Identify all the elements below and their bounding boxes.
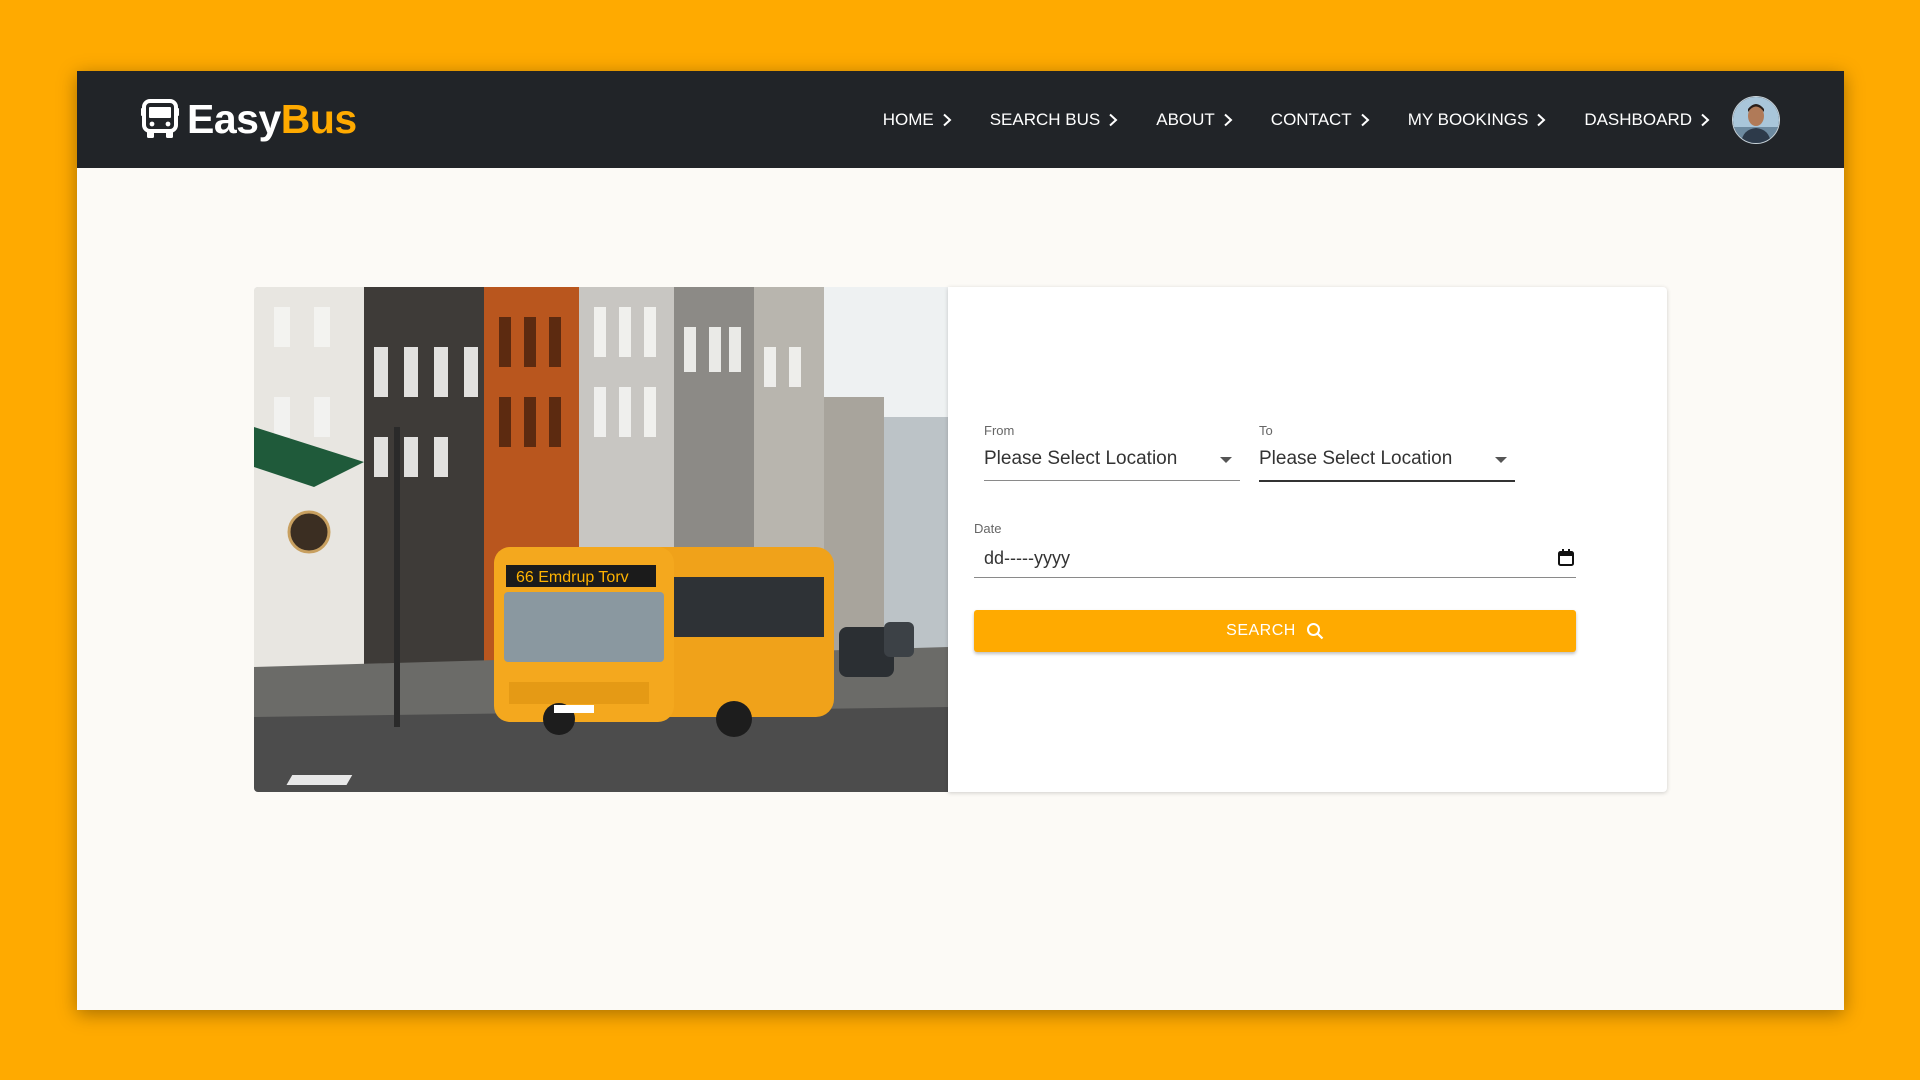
date-input-value: dd-----yyyy [984, 548, 1070, 568]
to-select-value: Please Select Location [1259, 448, 1453, 469]
search-button-label: SEARCH [1226, 622, 1296, 639]
nav-about-label: ABOUT [1156, 109, 1215, 129]
nav-about[interactable]: ABOUT [1156, 110, 1233, 130]
chevron-right-icon [1109, 113, 1118, 126]
nav-search-bus[interactable]: SEARCH BUS [990, 110, 1119, 130]
from-label: From [984, 423, 1015, 438]
calendar-icon[interactable] [1558, 549, 1574, 566]
brand-logo[interactable]: EasyBus [141, 93, 357, 145]
search-card: 66 Emdrup Torv From Please Select Locati… [254, 287, 1667, 792]
nav-home-label: HOME [882, 109, 934, 129]
chevron-right-icon [1537, 113, 1546, 126]
svg-text:66 Emdrup Torv: 66 Emdrup Torv [516, 569, 629, 586]
main-nav: HOME SEARCH BUS ABOUT CONTACT MY BOOKING… [845, 71, 1780, 168]
date-label: Date [974, 521, 1002, 536]
navbar: EasyBus HOME SEARCH BUS ABOUT CONTACT MY… [77, 71, 1844, 168]
date-input[interactable]: dd-----yyyy [974, 541, 1576, 578]
user-avatar-image [1733, 96, 1779, 143]
to-select[interactable]: Please Select Location [1259, 442, 1515, 482]
brand-name-easy: Easy [187, 95, 281, 142]
nav-contact-label: CONTACT [1270, 109, 1352, 129]
bus-icon [141, 99, 179, 138]
brand-name: EasyBus [187, 96, 357, 143]
chevron-down-icon [1220, 457, 1232, 463]
nav-dashboard[interactable]: DASHBOARD [1584, 110, 1710, 130]
brand-name-bus: Bus [280, 95, 357, 142]
nav-home[interactable]: HOME [883, 110, 952, 130]
search-form: From Please Select Location To Please Se… [948, 287, 1667, 792]
app-window: EasyBus HOME SEARCH BUS ABOUT CONTACT MY… [77, 71, 1844, 1010]
to-label: To [1259, 423, 1273, 438]
bus-street-photo: 66 Emdrup Torv [254, 287, 948, 792]
nav-dashboard-label: DASHBOARD [1584, 109, 1692, 129]
chevron-down-icon [1495, 457, 1507, 463]
search-button[interactable]: SEARCH [974, 610, 1576, 652]
chevron-right-icon [1361, 113, 1370, 126]
chevron-right-icon [1224, 113, 1233, 126]
nav-search-bus-label: SEARCH BUS [989, 109, 1101, 129]
search-icon [1306, 623, 1324, 640]
bus-street-illustration: 66 Emdrup Torv [254, 287, 948, 792]
user-avatar[interactable] [1732, 95, 1780, 144]
nav-contact[interactable]: CONTACT [1271, 110, 1370, 130]
nav-my-bookings[interactable]: MY BOOKINGS [1408, 110, 1547, 130]
chevron-right-icon [1701, 113, 1710, 126]
from-select[interactable]: Please Select Location [984, 442, 1240, 481]
chevron-right-icon [943, 113, 952, 126]
from-select-value: Please Select Location [984, 448, 1178, 469]
nav-my-bookings-label: MY BOOKINGS [1407, 109, 1529, 129]
